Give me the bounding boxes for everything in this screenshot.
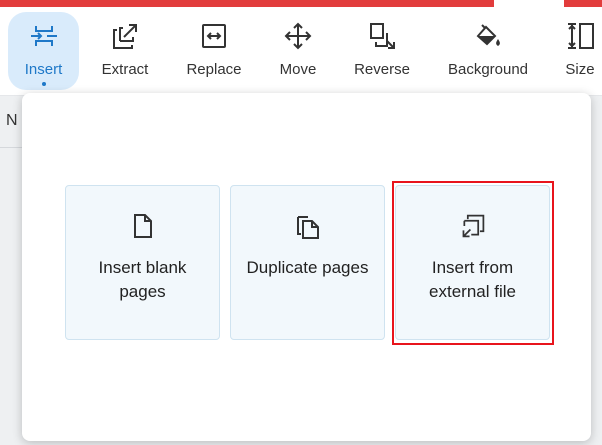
insert-icon	[28, 20, 60, 52]
insert-dropdown-panel: Insert blank pages Duplicate pages Inser…	[22, 93, 591, 441]
insert-from-external-file-label: Insert from external file	[429, 258, 516, 301]
toolbar-replace-label: Replace	[186, 61, 242, 78]
reverse-icon	[366, 20, 398, 52]
toolbar-background-button[interactable]: Background	[442, 12, 534, 90]
toolbar-insert-label: Insert	[24, 61, 63, 78]
toolbar-size-label: Size	[565, 61, 595, 78]
extract-icon	[109, 20, 141, 52]
toolbar-move-label: Move	[279, 61, 317, 78]
duplicate-pages-icon	[295, 212, 321, 240]
external-file-icon	[460, 212, 486, 240]
duplicate-pages-label: Duplicate pages	[246, 258, 369, 277]
toolbar-background-label: Background	[447, 61, 529, 78]
toolbar-reverse-label: Reverse	[354, 61, 410, 78]
background-text-fragment: N	[6, 112, 18, 129]
insert-blank-pages-label: Insert blank pages	[98, 258, 187, 301]
active-indicator-dot	[41, 82, 46, 86]
background-icon	[472, 20, 504, 52]
insert-from-external-file-option[interactable]: Insert from external file	[395, 185, 550, 340]
toolbar-extract-button[interactable]: Extract	[94, 12, 156, 90]
insert-blank-pages-option[interactable]: Insert blank pages	[65, 185, 220, 340]
blank-page-icon	[130, 212, 156, 240]
top-strip-tab	[494, 0, 564, 7]
toolbar-size-button[interactable]: Size	[560, 12, 600, 90]
toolbar-insert-button[interactable]: Insert	[8, 12, 79, 90]
background-divider	[0, 147, 22, 148]
duplicate-pages-option[interactable]: Duplicate pages	[230, 185, 385, 340]
replace-icon	[198, 20, 230, 52]
toolbar-extract-label: Extract	[101, 61, 149, 78]
move-icon	[282, 20, 314, 52]
toolbar-reverse-button[interactable]: Reverse	[348, 12, 416, 90]
size-icon	[564, 20, 596, 52]
toolbar: Insert Extract Replace Move Reverse Back…	[0, 7, 602, 96]
toolbar-replace-button[interactable]: Replace	[180, 12, 248, 90]
toolbar-move-button[interactable]: Move	[272, 12, 324, 90]
